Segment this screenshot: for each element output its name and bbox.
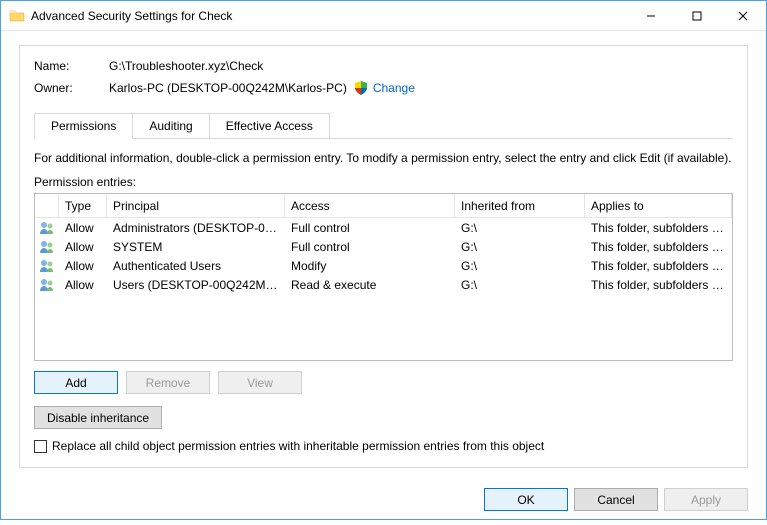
users-icon: [39, 277, 55, 293]
table-row[interactable]: AllowUsers (DESKTOP-00Q242M\Us...Read & …: [35, 275, 732, 294]
table-row[interactable]: AllowSYSTEMFull controlG:\This folder, s…: [35, 237, 732, 256]
list-header: Type Principal Access Inherited from App…: [35, 194, 732, 218]
maximize-button[interactable]: [674, 1, 720, 30]
cell-inherited: G:\: [455, 256, 585, 276]
cell-inherited: G:\: [455, 218, 585, 238]
close-icon: [738, 11, 748, 21]
cancel-button[interactable]: Cancel: [574, 488, 658, 511]
dialog-footer: OK Cancel Apply: [1, 478, 766, 525]
inner-panel: Name: G:\Troubleshooter.xyz\Check Owner:…: [19, 45, 748, 468]
shield-icon: [353, 80, 369, 96]
cell-access: Read & execute: [285, 275, 455, 295]
tab-effective[interactable]: Effective Access: [209, 113, 330, 139]
folder-icon: [9, 8, 25, 24]
window-title: Advanced Security Settings for Check: [31, 9, 628, 23]
cell-access: Full control: [285, 218, 455, 238]
users-icon: [39, 220, 55, 236]
cell-inherited: G:\: [455, 275, 585, 295]
tabs: Permissions Auditing Effective Access: [34, 113, 733, 139]
owner-value: Karlos-PC (DESKTOP-00Q242M\Karlos-PC): [109, 81, 347, 95]
cell-type: Allow: [59, 256, 107, 276]
col-type[interactable]: Type: [59, 194, 107, 217]
cell-type: Allow: [59, 275, 107, 295]
col-applies[interactable]: Applies to: [585, 194, 732, 217]
cell-access: Full control: [285, 237, 455, 257]
cell-access: Modify: [285, 256, 455, 276]
disable-inheritance-button[interactable]: Disable inheritance: [34, 406, 162, 429]
cell-type: Allow: [59, 237, 107, 257]
cell-principal: Authenticated Users: [107, 256, 285, 276]
cell-principal: Users (DESKTOP-00Q242M\Us...: [107, 275, 285, 295]
titlebar: Advanced Security Settings for Check: [1, 1, 766, 31]
list-label: Permission entries:: [34, 175, 733, 189]
name-label: Name:: [34, 59, 109, 73]
cell-principal: SYSTEM: [107, 237, 285, 257]
name-value: G:\Troubleshooter.xyz\Check: [109, 59, 263, 73]
ok-button[interactable]: OK: [484, 488, 568, 511]
tab-auditing[interactable]: Auditing: [132, 113, 209, 139]
minimize-icon: [646, 11, 656, 21]
owner-label: Owner:: [34, 81, 109, 95]
close-button[interactable]: [720, 1, 766, 30]
replace-checkbox[interactable]: [34, 440, 47, 453]
cell-type: Allow: [59, 218, 107, 238]
users-icon: [39, 258, 55, 274]
col-access[interactable]: Access: [285, 194, 455, 217]
replace-checkbox-label: Replace all child object permission entr…: [52, 439, 544, 453]
content: Name: G:\Troubleshooter.xyz\Check Owner:…: [1, 31, 766, 478]
cell-applies: This folder, subfolders and files: [585, 256, 732, 276]
info-text: For additional information, double-click…: [34, 151, 733, 165]
cell-applies: This folder, subfolders and files: [585, 237, 732, 257]
table-row[interactable]: AllowAdministrators (DESKTOP-00...Full c…: [35, 218, 732, 237]
col-principal[interactable]: Principal: [107, 194, 285, 217]
cell-principal: Administrators (DESKTOP-00...: [107, 218, 285, 238]
col-inherited[interactable]: Inherited from: [455, 194, 585, 217]
view-button: View: [218, 371, 302, 394]
permission-list[interactable]: Type Principal Access Inherited from App…: [34, 193, 733, 361]
table-row[interactable]: AllowAuthenticated UsersModifyG:\This fo…: [35, 256, 732, 275]
remove-button: Remove: [126, 371, 210, 394]
apply-button: Apply: [664, 488, 748, 511]
users-icon: [39, 239, 55, 255]
cell-inherited: G:\: [455, 237, 585, 257]
add-button[interactable]: Add: [34, 371, 118, 394]
tab-permissions[interactable]: Permissions: [34, 113, 133, 139]
window: Advanced Security Settings for Check Nam…: [0, 0, 767, 520]
change-link[interactable]: Change: [373, 81, 415, 95]
minimize-button[interactable]: [628, 1, 674, 30]
maximize-icon: [692, 11, 702, 21]
cell-applies: This folder, subfolders and files: [585, 218, 732, 238]
cell-applies: This folder, subfolders and files: [585, 275, 732, 295]
